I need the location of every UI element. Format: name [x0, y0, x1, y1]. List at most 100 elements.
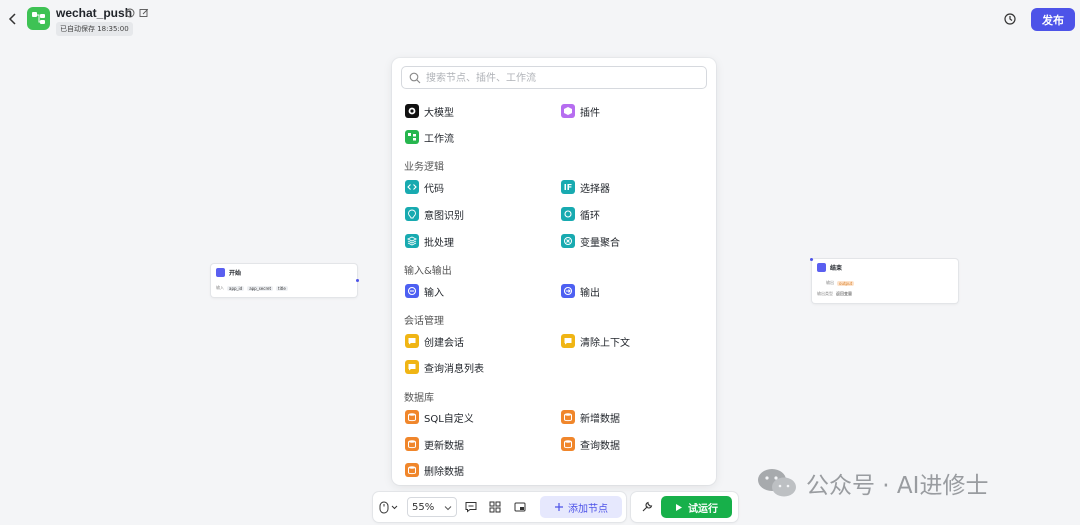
end-node-type-label: 输出类型: [817, 291, 833, 296]
start-node-header: 开始: [216, 268, 241, 277]
end-node-output-row: 输出 output: [826, 280, 855, 286]
watermark: 公众号 · AI进修士: [756, 466, 988, 500]
menu-item-label: 选择器: [580, 183, 610, 195]
menu-item-selector[interactable]: IF 选择器: [561, 178, 610, 196]
menu-item-intent[interactable]: 意图识别: [405, 205, 464, 223]
menu-item-label: 大模型: [424, 107, 454, 119]
start-node-icon: [216, 268, 225, 277]
chevron-down-icon: [444, 506, 452, 511]
edit-icon[interactable]: [139, 8, 149, 18]
add-node-label: 添加节点: [568, 503, 608, 515]
menu-item-plugin[interactable]: 插件: [561, 102, 600, 120]
layout-icon[interactable]: [488, 500, 502, 514]
create-session-icon: [405, 334, 419, 348]
start-node-output-port[interactable]: [356, 279, 359, 282]
batch-icon: [405, 234, 419, 248]
update-data-icon: [405, 437, 419, 451]
insert-data-icon: [561, 410, 575, 424]
end-node-icon: [817, 263, 826, 272]
add-node-panel: 大模型 插件 工作流 业务逻辑 代码 IF 选择器 意图识别 循环: [392, 58, 716, 485]
menu-item-update-data[interactable]: 更新数据: [405, 435, 464, 453]
start-node-params: 输入 app_id app_secret title: [216, 285, 288, 291]
back-arrow-icon[interactable]: [6, 12, 20, 26]
add-node-button[interactable]: 添加节点: [540, 496, 622, 518]
menu-item-label: 工作流: [424, 133, 454, 145]
menu-item-insert-data[interactable]: 新增数据: [561, 408, 620, 426]
section-title-session: 会话管理: [404, 316, 444, 327]
menu-item-label: 循环: [580, 210, 600, 222]
menu-item-label: 变量聚合: [580, 237, 620, 249]
param-tag: app_secret: [247, 285, 274, 291]
param-tag: app_id: [227, 285, 245, 291]
section-title-input-output: 输入&输出: [404, 266, 452, 277]
menu-item-label: 批处理: [424, 237, 454, 249]
workflow-title: wechat_push: [56, 6, 133, 20]
interaction-mode-button[interactable]: [379, 500, 403, 514]
menu-item-label: 清除上下文: [580, 337, 630, 349]
test-run-label: 试运行: [688, 503, 718, 515]
zoom-select[interactable]: 55%: [407, 497, 457, 517]
menu-item-label: 新增数据: [580, 413, 620, 425]
delete-data-icon: [405, 463, 419, 477]
menu-item-delete-data[interactable]: 删除数据: [405, 461, 464, 479]
end-node-input-port[interactable]: [810, 258, 813, 261]
comment-icon[interactable]: [464, 500, 478, 514]
menu-item-variable-merge[interactable]: 变量聚合: [561, 232, 620, 250]
menu-item-message-list[interactable]: 查询消息列表: [405, 358, 484, 376]
clear-context-icon: [561, 334, 575, 348]
end-node-type-row: 输出类型 返回变量: [817, 291, 852, 297]
plugin-icon: [561, 104, 575, 118]
run-toolbar: 试运行: [631, 492, 738, 522]
menu-item-batch[interactable]: 批处理: [405, 232, 454, 250]
test-run-button[interactable]: 试运行: [661, 496, 732, 518]
publish-button[interactable]: 发布: [1031, 8, 1075, 31]
workflow-app-icon: [27, 7, 50, 30]
search-icon: [409, 72, 421, 84]
menu-item-output[interactable]: 输出: [561, 282, 600, 300]
info-icon[interactable]: [125, 8, 135, 18]
menu-item-clear-context[interactable]: 清除上下文: [561, 332, 630, 350]
watermark-text: 公众号 · AI进修士: [806, 473, 989, 499]
menu-item-label: 删除数据: [424, 466, 464, 478]
code-icon: [405, 180, 419, 194]
end-node-title: 结束: [830, 265, 843, 272]
param-tag: title: [276, 285, 288, 291]
node-search-input[interactable]: [426, 70, 696, 86]
menu-item-code[interactable]: 代码: [405, 178, 444, 196]
menu-item-workflow[interactable]: 工作流: [405, 128, 454, 146]
menu-item-label: 创建会话: [424, 337, 464, 349]
menu-item-label: 输入: [424, 287, 444, 299]
workflow-icon: [405, 130, 419, 144]
history-icon[interactable]: [1003, 12, 1017, 26]
node-search-box[interactable]: [401, 66, 707, 89]
output-icon: [561, 284, 575, 298]
menu-item-label: 意图识别: [424, 210, 464, 222]
menu-item-label: SQL自定义: [424, 413, 474, 425]
menu-item-query-data[interactable]: 查询数据: [561, 435, 620, 453]
menu-item-create-session[interactable]: 创建会话: [405, 332, 464, 350]
output-tag: output: [837, 280, 855, 286]
message-list-icon: [405, 360, 419, 374]
menu-item-sql[interactable]: SQL自定义: [405, 408, 474, 426]
plus-icon: [555, 503, 563, 511]
section-title-database: 数据库: [404, 393, 434, 404]
menu-item-label: 查询数据: [580, 440, 620, 452]
menu-item-label: 代码: [424, 183, 444, 195]
autosave-status: 已自动保存 18:35:00: [56, 22, 133, 36]
variable-merge-icon: [561, 234, 575, 248]
wechat-logo-icon: [758, 469, 796, 497]
end-node[interactable]: 结束 输出 output 输出类型 返回变量: [810, 258, 958, 303]
zoom-value: 55%: [412, 501, 435, 513]
menu-item-input[interactable]: 输入: [405, 282, 444, 300]
minimap-icon[interactable]: [513, 500, 527, 514]
start-node-input-label: 输入: [216, 285, 224, 290]
intent-icon: [405, 207, 419, 221]
wrench-icon[interactable]: [640, 500, 654, 514]
input-icon: [405, 284, 419, 298]
start-node[interactable]: 开始 输入 app_id app_secret title: [211, 264, 359, 297]
play-icon: [676, 503, 682, 511]
menu-item-llm[interactable]: 大模型: [405, 102, 454, 120]
menu-item-loop[interactable]: 循环: [561, 205, 600, 223]
mouse-icon: [379, 501, 389, 513]
menu-item-label: 插件: [580, 107, 600, 119]
